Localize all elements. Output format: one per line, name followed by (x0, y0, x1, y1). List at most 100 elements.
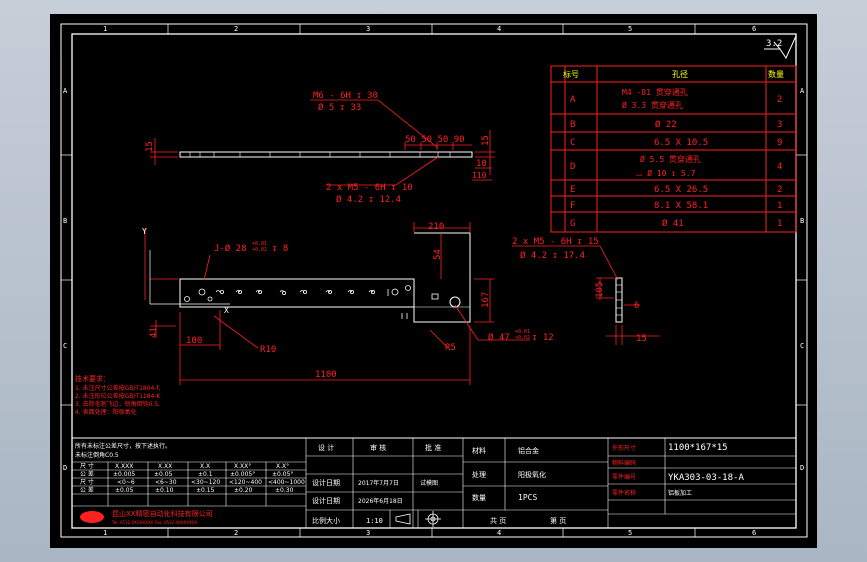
tol-r0c1: ±0.005 (113, 471, 135, 478)
note-3: 3. 去除毛刺飞边，锐角倒钝0.5, (75, 400, 160, 408)
right-110-label: 110 (472, 171, 487, 180)
tol-r2c4: ±0.20 (234, 487, 253, 494)
hole-mark-e: E (570, 185, 575, 195)
hole-mark-d: D (570, 162, 575, 172)
top-hole-label: Ø 5 ↧ 33 (318, 102, 361, 113)
hole-qty-g: 1 (777, 219, 782, 229)
zone-col-3: 3 (366, 25, 370, 33)
tb-surface-value: 阳极氧化 (518, 470, 546, 479)
right-15-label: 15 (481, 135, 491, 146)
hole-desc-e: 6.5 X 26.5 (654, 185, 708, 195)
tol-h0: 尺 寸 (80, 462, 94, 470)
hole-desc-f: 8.1 X 58.1 (654, 201, 708, 211)
zone-col-2b: 2 (234, 529, 238, 537)
hole-qty-e: 2 (777, 185, 782, 195)
hole-mark-c: C (570, 138, 575, 148)
hole-qty-a: 2 (777, 95, 782, 105)
side-thread-label: 2 x M5 - 6H ↧ 15 (512, 237, 599, 247)
tb-part-no-value: YKA303-03-18-A (668, 473, 744, 483)
top-height-label: 15 (145, 141, 155, 152)
tb-qty-label: 数量 (472, 493, 486, 502)
tol-r1c0: 尺 寸 (80, 478, 94, 486)
tb-sheet: 共 页 (490, 516, 506, 525)
hole-desc-d2: ⌴ Ø 10 ↧ 5.7 (636, 168, 696, 178)
hole-mark-b: B (570, 120, 575, 130)
zone-col-2: 2 (234, 25, 238, 33)
dim-167-label: 167 (481, 292, 491, 308)
hole-table-header-mark: 标号 (563, 69, 579, 79)
app-window: 1 2 3 4 5 6 1 2 3 4 5 6 A B C D A B C D … (0, 0, 867, 562)
hole-mark-g: G (570, 219, 575, 229)
hole-table-header-qty: 数量 (768, 69, 784, 79)
tb-part-name-label: 零件名称 (612, 489, 636, 497)
tb-design: 设 计 (318, 443, 334, 452)
zone-col-4b: 4 (497, 529, 501, 537)
tol-r2c5: ±0.30 (275, 487, 294, 494)
tol-h4: X.XX° (234, 463, 251, 470)
zone-col-4: 4 (497, 25, 501, 33)
side-hole-label: Ø 4.2 ↧ 17.4 (520, 250, 585, 261)
tb-scale-value: 1:10 (366, 517, 383, 525)
hole-qty-d: 4 (777, 162, 782, 172)
tol-r2c2: ±0.10 (155, 487, 174, 494)
tb-part-name-value: 铝板加工 (668, 489, 692, 497)
tol-h5: X.X° (276, 463, 289, 470)
tb-date-value: 2017年7月7日 (358, 479, 399, 487)
mid-thread-label: 2 x M5 - 6H ↧ 10 (326, 183, 413, 193)
tol-r0c3: ±0.1 (198, 471, 213, 478)
company-sub: Tel: 0512-XXXXXXXX Fax: 0512-XXXXXXXX (111, 520, 198, 525)
dim-r10-label: R10 (260, 345, 276, 355)
dim-15b-label: 15 (636, 334, 647, 344)
tb-qty-value: 1PCS (518, 493, 537, 502)
mid-hole-label: Ø 4.2 ↧ 12.4 (336, 194, 401, 205)
tb-date-label: 设计日期 (312, 478, 340, 487)
top-thread-label: M6 - 6H ↧ 30 (313, 91, 378, 101)
company-logo (80, 511, 104, 523)
zone-col-1b: 1 (103, 529, 107, 537)
zone-col-3b: 3 (366, 529, 370, 537)
tb-size-value: 1100*167*15 (668, 443, 728, 453)
zone-col-5b: 5 (628, 529, 632, 537)
right-10-label: 10 (476, 159, 487, 169)
tb-note-2: 未标注倒角C0.5 (75, 451, 119, 459)
zone-col-6: 6 (752, 25, 756, 33)
tb-material-value: 铝合金 (518, 446, 539, 455)
hole-qty-b: 3 (777, 120, 782, 130)
dim-54-label: 54 (433, 249, 443, 260)
roughness-value: 3.2 (766, 39, 782, 49)
tb-material-label: 材料 (472, 446, 486, 455)
zone-col-5: 5 (628, 25, 632, 33)
tol-r1c2: <6~30 (155, 479, 177, 486)
tb-note-1: 所有未标注公差尺寸，按下述执行。 (75, 442, 171, 450)
tol-r0c0: 公 差 (80, 470, 94, 478)
zone-row-d: D (63, 464, 67, 472)
hole-qty-f: 1 (777, 201, 782, 211)
hole-desc-a: M4 -81 贯穿通孔 (622, 87, 688, 97)
hole-desc-c: 6.5 X 10.5 (654, 138, 708, 148)
tol-minus-label: +0.02 (252, 247, 267, 253)
note-1: 1. 未注尺寸公差按GB/T1804-f, (75, 384, 161, 392)
hole-spec-label: J-Ø 28 (214, 243, 247, 254)
note-4: 4. 表面处理：阳极氧化 (75, 408, 137, 416)
axis-y-label: Y (142, 227, 147, 236)
tol-r2c1: ±0.05 (115, 487, 134, 494)
tol-h2: X.XX (158, 463, 172, 470)
tb-sheet2: 第 页 (550, 516, 566, 525)
company-name: 昆山XX精密自动化科技有限公司 (112, 509, 213, 518)
tol-r1c5: <400~1000 (268, 479, 305, 486)
dim-12-label: ↧ 12 (532, 333, 554, 343)
tol-h1: X.XXX (115, 463, 133, 470)
dim-47-label: Ø 47 (488, 332, 510, 343)
top-spacing-label: 50 50 50 90 (405, 135, 465, 145)
dim-100-label: 100 (186, 336, 202, 346)
tol-h3: X.X (200, 463, 210, 470)
hole-table-header-desc: 孔径 (672, 69, 688, 79)
hole-depth-label: ↧ 8 (272, 244, 288, 254)
zone-row-d-r: D (800, 464, 804, 472)
hole-desc-g: Ø 41 (662, 218, 684, 229)
tb-draw-value: 2026年6月18日 (358, 497, 403, 505)
tb-check: 审 核 (370, 443, 386, 452)
cad-canvas[interactable]: 1 2 3 4 5 6 1 2 3 4 5 6 A B C D A B C D … (0, 0, 867, 562)
dim-1100-label: 1100 (315, 370, 337, 380)
dim-6-label: 6 (634, 301, 639, 311)
